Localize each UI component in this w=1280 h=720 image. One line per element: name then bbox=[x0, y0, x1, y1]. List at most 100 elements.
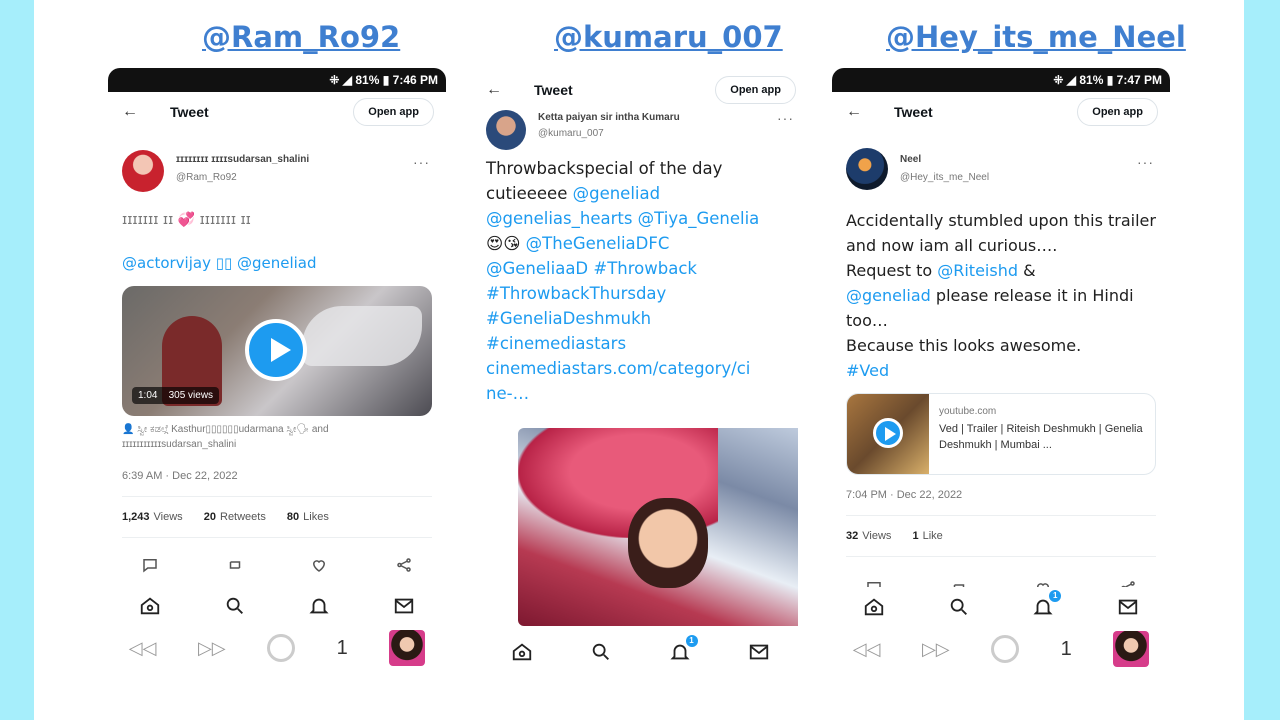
tweet-video[interactable]: 1:04 305 views bbox=[122, 286, 432, 416]
author-handle[interactable]: @Hey_its_me_Neel bbox=[900, 172, 989, 183]
home-circle-icon[interactable] bbox=[267, 634, 296, 662]
retweets-label: Retweets bbox=[220, 511, 266, 523]
more-options-icon[interactable]: ··· bbox=[413, 154, 430, 170]
home-icon[interactable] bbox=[511, 641, 533, 663]
play-icon[interactable] bbox=[245, 319, 307, 381]
author-handle[interactable]: @Ram_Ro92 bbox=[176, 172, 237, 183]
tweet-link-url[interactable]: ne-… bbox=[486, 384, 529, 403]
notifications-icon[interactable]: 1 bbox=[669, 635, 698, 663]
bottom-nav: 1 bbox=[482, 632, 798, 672]
link-card-title: Ved | Trailer | Riteish Deshmukh | Genel… bbox=[939, 423, 1143, 451]
back-arrow-icon[interactable]: ← bbox=[486, 81, 502, 99]
phone-screenshot-2: ← Tweet Open app Ketta paiyan sir intha … bbox=[482, 72, 798, 672]
browser-back-icon[interactable]: ◁◁ bbox=[853, 639, 881, 660]
tweet-author[interactable]: Ketta paiyan sir intha Kumaru @kumaru_00… bbox=[482, 108, 798, 152]
tweet-link-hashtag[interactable]: @GeneliaaD #Throwback bbox=[486, 259, 697, 278]
status-bar: ⁜ ◢ 81% ▮ 7:47 PM bbox=[832, 68, 1170, 92]
author-name[interactable]: Ketta paiyan sir intha Kumaru bbox=[538, 112, 680, 123]
notifications-icon[interactable]: 1 bbox=[1032, 590, 1062, 618]
back-arrow-icon[interactable]: ← bbox=[846, 103, 862, 121]
retweets-count: 20 bbox=[203, 511, 216, 523]
tweet-text-line: Accidentally stumbled upon this trailer … bbox=[846, 211, 1156, 255]
browser-back-icon[interactable]: ◁◁ bbox=[129, 638, 157, 659]
tweet-stats: 1,243 Views 20 Retweets 80 Likes bbox=[108, 497, 446, 537]
link-card-thumbnail bbox=[847, 394, 929, 474]
tweet-mentions[interactable]: @actorvijay ▯▯ @geneliad bbox=[108, 233, 446, 276]
search-icon[interactable] bbox=[590, 641, 612, 663]
phone-screenshot-1: ⁜ ◢ 81% ▮ 7:46 PM ← Tweet Open app ɪɪɪɪɪ… bbox=[108, 68, 446, 690]
tweet-image[interactable] bbox=[518, 428, 798, 626]
play-icon[interactable] bbox=[873, 418, 903, 448]
open-app-button[interactable]: Open app bbox=[715, 76, 796, 104]
link-preview-card[interactable]: youtube.com Ved | Trailer | Riteish Desh… bbox=[846, 393, 1156, 475]
profile-thumbnail[interactable] bbox=[1113, 631, 1150, 667]
tweet-link-mention[interactable]: @geneliad bbox=[573, 184, 661, 203]
avatar[interactable] bbox=[122, 150, 164, 192]
open-app-button[interactable]: Open app bbox=[1077, 98, 1158, 126]
tweet-emoji: 😍😘 bbox=[486, 234, 521, 253]
tab-count[interactable]: 1 bbox=[337, 637, 348, 660]
tweet-author[interactable]: ɪɪɪɪɪɪɪɪ ɪɪɪɪsudarsan_shalini @Ram_Ro92 … bbox=[108, 148, 446, 204]
tweet-link-hashtag[interactable]: #ThrowbackThursday bbox=[486, 284, 666, 303]
retweet-icon[interactable] bbox=[226, 556, 244, 574]
home-icon[interactable] bbox=[863, 596, 885, 618]
browser-forward-icon[interactable]: ▷▷ bbox=[198, 638, 226, 659]
tweet-actions bbox=[108, 544, 446, 586]
author-name[interactable]: ɪɪɪɪɪɪɪɪ ɪɪɪɪsudarsan_shalini bbox=[176, 154, 309, 165]
tweet-link-hashtag[interactable]: #Ved bbox=[846, 361, 889, 380]
video-duration-views: 1:04 305 views bbox=[132, 387, 220, 404]
home-circle-icon[interactable] bbox=[991, 635, 1020, 663]
messages-icon[interactable] bbox=[1117, 596, 1139, 618]
back-arrow-icon[interactable]: ← bbox=[122, 103, 138, 121]
retweet-icon[interactable] bbox=[950, 579, 968, 587]
page-title: Tweet bbox=[170, 104, 209, 120]
author-name[interactable]: Neel bbox=[900, 154, 921, 165]
tagged-users[interactable]: 👤 ಸ್ವೀ ಕಡಲ್ಗೆ Kasthur▯▯▯▯▯▯udarmana ಸ್ವೀ… bbox=[108, 416, 446, 452]
tweet-link-mention[interactable]: @geneliad bbox=[846, 286, 931, 305]
reply-icon[interactable] bbox=[865, 579, 883, 587]
tweet-link-mention[interactable]: @TheGeneliaDFC bbox=[526, 234, 670, 253]
tweet-link-url[interactable]: cinemediastars.com/category/ci bbox=[486, 359, 750, 378]
messages-icon[interactable] bbox=[748, 641, 770, 663]
search-icon[interactable] bbox=[224, 595, 246, 617]
tweet-link-mention[interactable]: @Riteishd bbox=[937, 261, 1018, 280]
more-options-icon[interactable]: ··· bbox=[777, 110, 794, 126]
tab-count[interactable]: 1 bbox=[1061, 638, 1072, 661]
handle-label-kumaru[interactable]: @kumaru_007 bbox=[554, 20, 783, 54]
notification-badge: 1 bbox=[1049, 590, 1062, 602]
tweet-text-line: Request to bbox=[846, 261, 938, 280]
more-options-icon[interactable]: ··· bbox=[1137, 154, 1154, 170]
reply-icon[interactable] bbox=[141, 556, 159, 574]
home-icon[interactable] bbox=[139, 595, 161, 617]
handle-label-neel[interactable]: @Hey_its_me_Neel bbox=[886, 20, 1186, 54]
tweet-link-hashtag[interactable]: #GeneliaDeshmukh bbox=[486, 309, 651, 328]
browser-forward-icon[interactable]: ▷▷ bbox=[922, 639, 950, 660]
share-icon[interactable] bbox=[1119, 579, 1137, 587]
notifications-icon[interactable] bbox=[308, 595, 330, 617]
avatar[interactable] bbox=[846, 148, 888, 190]
author-handle[interactable]: @kumaru_007 bbox=[538, 128, 604, 139]
search-icon[interactable] bbox=[948, 596, 970, 618]
like-icon[interactable] bbox=[1034, 579, 1052, 587]
divider bbox=[122, 537, 432, 538]
tweet-actions-clipped bbox=[832, 557, 1170, 587]
tweet-text: ɪɪɪɪɪɪɪ ɪɪ 💞 ɪɪɪɪɪɪɪ ɪɪ bbox=[122, 212, 251, 228]
views-count: 1,243 bbox=[122, 511, 150, 523]
tweet-actions bbox=[832, 573, 1170, 587]
tweet-link-mention[interactable]: @genelias_hearts @Tiya_Genelia bbox=[486, 209, 759, 228]
likes-label: Likes bbox=[303, 511, 329, 523]
phone-screenshot-3: ⁜ ◢ 81% ▮ 7:47 PM ← Tweet Open app Neel … bbox=[832, 68, 1170, 690]
profile-thumbnail[interactable] bbox=[389, 630, 426, 666]
open-app-button[interactable]: Open app bbox=[353, 98, 434, 126]
handle-label-ram[interactable]: @Ram_Ro92 bbox=[202, 20, 400, 54]
page-title: Tweet bbox=[894, 104, 933, 120]
status-bar: ⁜ ◢ 81% ▮ 7:46 PM bbox=[108, 68, 446, 92]
share-icon[interactable] bbox=[395, 556, 413, 574]
like-icon[interactable] bbox=[310, 556, 328, 574]
page-title: Tweet bbox=[534, 82, 573, 98]
avatar[interactable] bbox=[486, 110, 526, 150]
messages-icon[interactable] bbox=[393, 595, 415, 617]
likes-label: Like bbox=[922, 530, 943, 542]
tweet-link-hashtag[interactable]: #cinemediastars bbox=[486, 334, 626, 353]
tweet-author[interactable]: Neel @Hey_its_me_Neel ··· bbox=[832, 148, 1170, 204]
